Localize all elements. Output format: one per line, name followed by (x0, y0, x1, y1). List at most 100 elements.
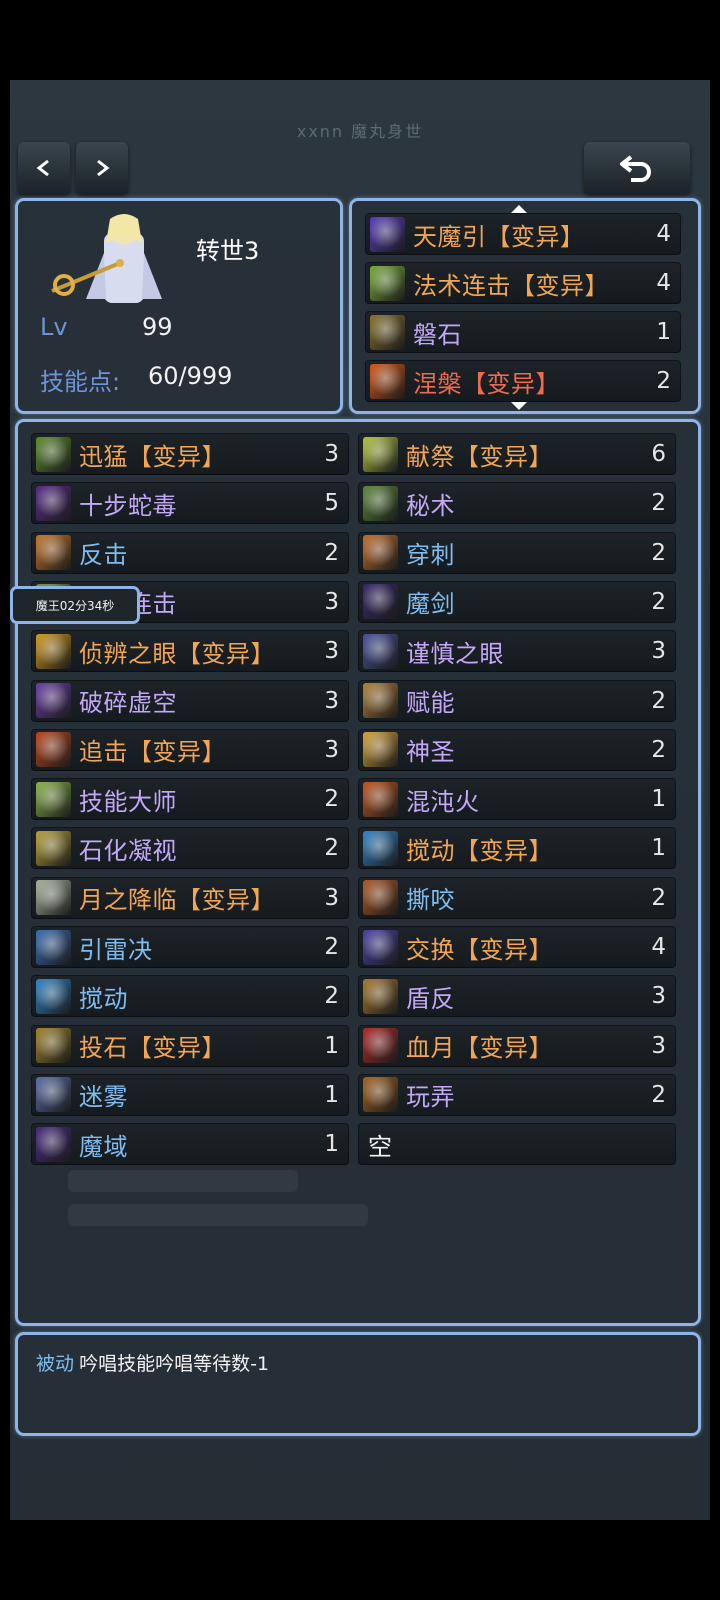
skill-name: 石化凝视 (79, 836, 177, 865)
chaos-fire-icon (363, 781, 398, 817)
skill-slot[interactable]: 涅槃【变异】 2 (365, 360, 681, 402)
prev-button[interactable] (18, 142, 70, 194)
skill-level: 3 (324, 687, 339, 714)
pierce-icon (363, 535, 398, 571)
skill-name: 空 (368, 1132, 393, 1161)
skill-slot[interactable]: 玩弄 2 (358, 1073, 676, 1116)
moon-icon (36, 880, 71, 916)
skill-slot[interactable]: 反击 2 (31, 531, 349, 574)
skill-slot[interactable]: 神圣 2 (358, 728, 676, 771)
green-burst-icon (370, 265, 405, 301)
pursuit-icon (36, 732, 71, 768)
skill-slot[interactable]: 撕咬 2 (358, 876, 676, 919)
skill-level: 4 (656, 221, 671, 247)
skill-slot[interactable]: 谨慎之眼 3 (358, 630, 676, 673)
skill-name: 交换【变异】 (406, 935, 553, 964)
skill-slot[interactable]: 搅动 2 (31, 975, 349, 1018)
skill-slot[interactable]: 赋能 2 (358, 679, 676, 722)
bite-icon (363, 880, 398, 916)
sacrifice-icon (363, 436, 398, 472)
skill-slot[interactable]: 魔剑 2 (358, 580, 676, 623)
skill-name: 玩弄 (406, 1083, 455, 1112)
skill-slot[interactable]: 磐石 1 (365, 311, 681, 353)
boss-timer-tooltip: 魔王02分34秒 (10, 586, 140, 624)
skill-slot[interactable]: 月之降临【变异】 3 (31, 876, 349, 919)
skill-name: 血月【变异】 (406, 1034, 553, 1063)
skill-slot[interactable]: 天魔引【变异】 4 (365, 213, 681, 255)
skill-name: 穿刺 (406, 541, 455, 570)
skill-name: 天魔引【变异】 (413, 222, 585, 251)
skill-slot[interactable]: 迷雾 1 (31, 1073, 349, 1116)
reincarnation-label: 转世3 (196, 237, 260, 265)
skill-slot[interactable]: 空 (358, 1123, 676, 1166)
gaze-icon (36, 830, 71, 866)
skill-level: 3 (324, 736, 339, 763)
skill-name: 魔域 (79, 1132, 128, 1161)
faded-background-text (68, 1204, 368, 1226)
skill-slot[interactable]: 技能大师 2 (31, 778, 349, 821)
skill-name: 盾反 (406, 984, 455, 1013)
skill-level: 2 (651, 1081, 666, 1108)
skill-name: 搅动【变异】 (406, 836, 553, 865)
eye-icon (36, 633, 71, 669)
skill-slot[interactable]: 交换【变异】 4 (358, 926, 676, 968)
demon-sword-icon (363, 584, 398, 620)
skill-slot[interactable]: 迅猛【变异】 3 (31, 433, 349, 475)
skill-name: 谨慎之眼 (406, 639, 504, 668)
skill-slot[interactable]: 血月【变异】 3 (358, 1024, 676, 1067)
skill-slot[interactable]: 追击【变异】 3 (31, 728, 349, 771)
skill-level: 1 (324, 1032, 339, 1059)
skill-slot[interactable]: 穿刺 2 (358, 531, 676, 574)
back-button[interactable] (584, 142, 690, 194)
shield-icon (363, 978, 398, 1014)
skill-name: 献祭【变异】 (406, 442, 553, 471)
skill-name: 撕咬 (406, 886, 455, 915)
demon-realm-icon (36, 1126, 71, 1162)
skill-level: 2 (651, 588, 666, 615)
skill-slot[interactable]: 石化凝视 2 (31, 827, 349, 870)
skill-slot[interactable]: 破碎虚空 3 (31, 679, 349, 722)
skill-level: 4 (651, 934, 666, 960)
skill-slot[interactable]: 混沌火 1 (358, 778, 676, 821)
skill-name: 侦辨之眼【变异】 (79, 639, 275, 668)
skill-level: 3 (324, 884, 339, 911)
trick-icon (363, 1077, 398, 1113)
skill-slot[interactable]: 十步蛇毒 5 (31, 482, 349, 525)
skill-slot[interactable]: 献祭【变异】 6 (358, 433, 676, 475)
skill-level: 2 (651, 539, 666, 566)
next-button[interactable] (76, 142, 128, 194)
skill-slot[interactable]: 秘术 2 (358, 482, 676, 525)
skill-level: 3 (324, 638, 339, 665)
swap-icon (363, 929, 398, 965)
skill-slot[interactable]: 盾反 3 (358, 975, 676, 1018)
skill-level: 2 (656, 368, 671, 394)
faded-background-text (68, 1170, 298, 1192)
skill-slot[interactable]: 投石【变异】 1 (31, 1024, 349, 1067)
scroll-down-icon[interactable] (510, 401, 528, 410)
skill-slot[interactable]: 侦辨之眼【变异】 3 (31, 630, 349, 673)
skill-level: 2 (651, 884, 666, 911)
arcane-icon (363, 485, 398, 521)
skill-slot[interactable]: 魔域 1 (31, 1123, 349, 1166)
skill-slot[interactable]: 引雷决 2 (31, 926, 349, 968)
passive-description: 被动 吟唱技能吟唱等待数-1 (36, 1349, 269, 1376)
void-icon (36, 683, 71, 718)
skill-points-label: 技能点: (40, 368, 121, 396)
counter-icon (36, 535, 71, 571)
skill-name: 搅动 (79, 984, 128, 1013)
skill-slot[interactable]: 搅动【变异】 1 (358, 827, 676, 870)
skill-name: 赋能 (406, 689, 455, 717)
skill-level: 4 (656, 270, 671, 296)
skill-name: 磐石 (413, 320, 462, 349)
skill-level: 2 (651, 687, 666, 714)
skill-name: 反击 (79, 541, 128, 570)
slash-rune-icon (370, 216, 405, 252)
skill-level: 3 (651, 983, 666, 1010)
skill-name: 引雷决 (79, 935, 153, 964)
undo-arrow-icon (620, 155, 651, 182)
passive-text: 吟唱技能吟唱等待数-1 (79, 1353, 270, 1375)
skill-name: 混沌火 (406, 787, 480, 816)
skill-level: 1 (656, 319, 671, 345)
skill-slot[interactable]: 法术连击【变异】 4 (365, 262, 681, 304)
skill-level: 2 (651, 490, 666, 517)
